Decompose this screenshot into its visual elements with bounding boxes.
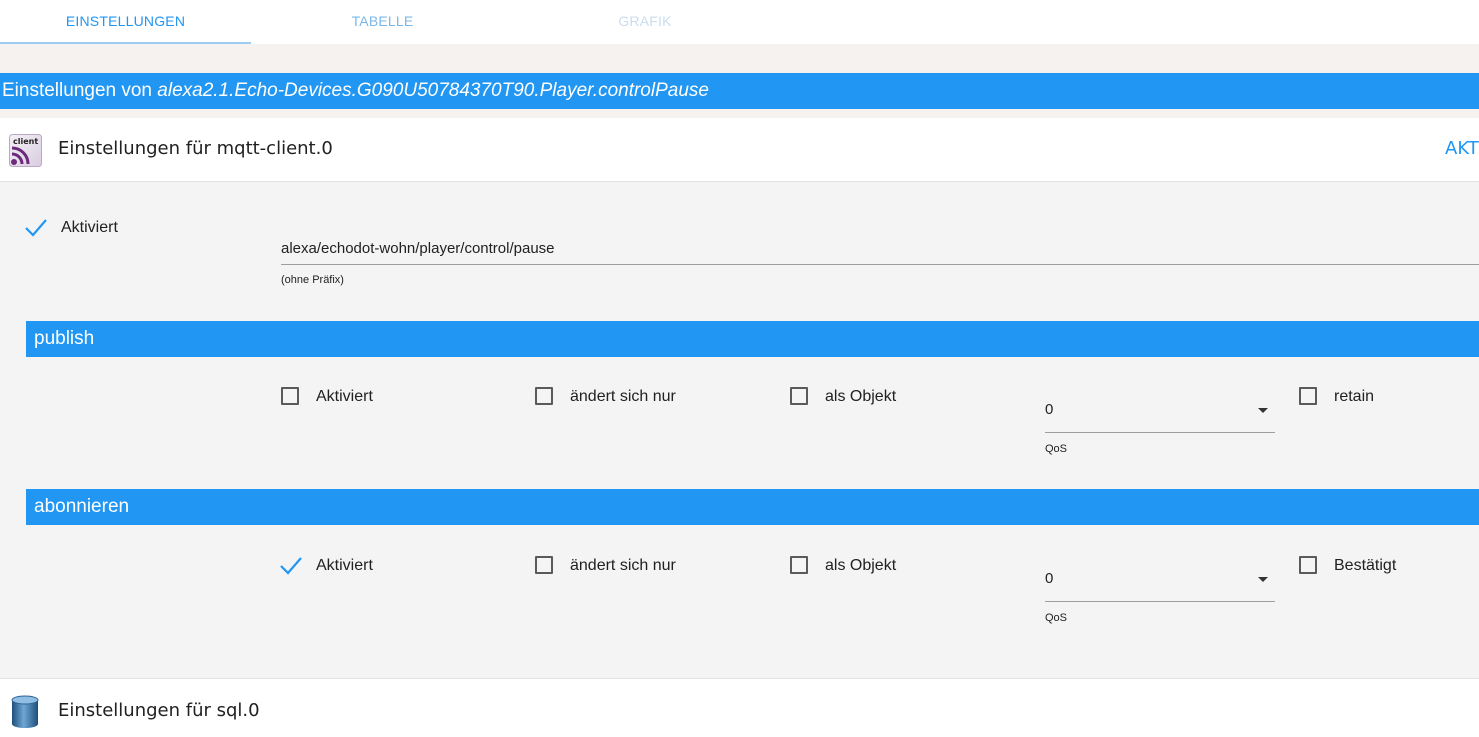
publish-qos-select[interactable]: 0 (1045, 384, 1275, 433)
publish-retain-checkbox[interactable] (1299, 387, 1317, 405)
subscribe-ack-label: Bestätigt (1334, 557, 1397, 574)
topic-input-value: alexa/echodot-wohn/player/control/pause (281, 240, 555, 257)
chevron-down-icon (1258, 577, 1268, 582)
subscribe-ack-checkbox[interactable] (1299, 556, 1317, 574)
publish-as-object-checkbox[interactable] (790, 387, 808, 405)
publish-changes-only-checkbox[interactable] (535, 387, 553, 405)
mqtt-settings-panel: Aktiviert alexa/echodot-wohn/player/cont… (0, 182, 1479, 678)
subscribe-qos-value: 0 (1045, 570, 1054, 587)
subscribe-changes-only-label: ändert sich nur (570, 557, 676, 574)
sql-adapter-title: Einstellungen für sql.0 (58, 700, 260, 721)
publish-changes-only-label: ändert sich nur (570, 388, 676, 405)
sql-adapter-header[interactable]: Einstellungen für sql.0 (0, 678, 1479, 737)
tab-grafik: GRAFIK (618, 13, 672, 29)
chevron-down-icon (1258, 408, 1268, 413)
subscribe-as-object-checkbox[interactable] (790, 556, 808, 574)
topic-input[interactable]: alexa/echodot-wohn/player/control/pause (281, 232, 1479, 265)
publish-section-header: publish (26, 321, 1479, 357)
publish-qos-value: 0 (1045, 401, 1054, 418)
publish-enabled-checkbox[interactable] (281, 387, 299, 405)
subscribe-as-object-label: als Objekt (825, 557, 897, 574)
database-icon (11, 695, 39, 728)
dialog-title: Einstellungen von alexa2.1.Echo-Devices.… (0, 73, 1479, 109)
mqtt-adapter-header[interactable]: client Einstellungen für mqtt-client.0 A… (0, 118, 1479, 182)
subscribe-changes-only-checkbox[interactable] (535, 556, 553, 574)
mqtt-enabled-checkmark-icon[interactable] (25, 219, 47, 237)
dialog-title-prefix: Einstellungen von (2, 80, 158, 101)
tab-einstellungen[interactable]: EINSTELLUNGEN (0, 0, 251, 44)
tab-bar: EINSTELLUNGEN TABELLE GRAFIK (0, 0, 1479, 44)
tab-divider-strip (0, 44, 1479, 73)
publish-retain-label: retain (1334, 388, 1375, 405)
mqtt-client-icon-label: client (13, 137, 38, 146)
subscribe-qos-select[interactable]: 0 (1045, 553, 1275, 602)
subscribe-section-header: abonnieren (26, 489, 1479, 525)
topic-hint: (ohne Präfix) (281, 274, 344, 286)
title-spacer (0, 109, 1479, 118)
mqtt-enabled-label: Aktiviert (61, 219, 118, 236)
publish-as-object-label: als Objekt (825, 388, 897, 405)
mqtt-client-icon: client (9, 134, 42, 167)
tab-tabelle[interactable]: TABELLE (256, 0, 509, 44)
mqtt-adapter-title: Einstellungen für mqtt-client.0 (58, 138, 333, 159)
subscribe-qos-label: QoS (1045, 612, 1068, 624)
publish-qos-label: QoS (1045, 443, 1068, 455)
subscribe-enabled-label: Aktiviert (316, 557, 373, 574)
subscribe-enabled-checkmark-icon[interactable] (280, 557, 302, 575)
mqtt-activate-button[interactable]: AKT (1445, 138, 1479, 159)
dialog-object-id: alexa2.1.Echo-Devices.G090U50784370T90.P… (157, 80, 709, 101)
publish-enabled-label: Aktiviert (316, 388, 373, 405)
